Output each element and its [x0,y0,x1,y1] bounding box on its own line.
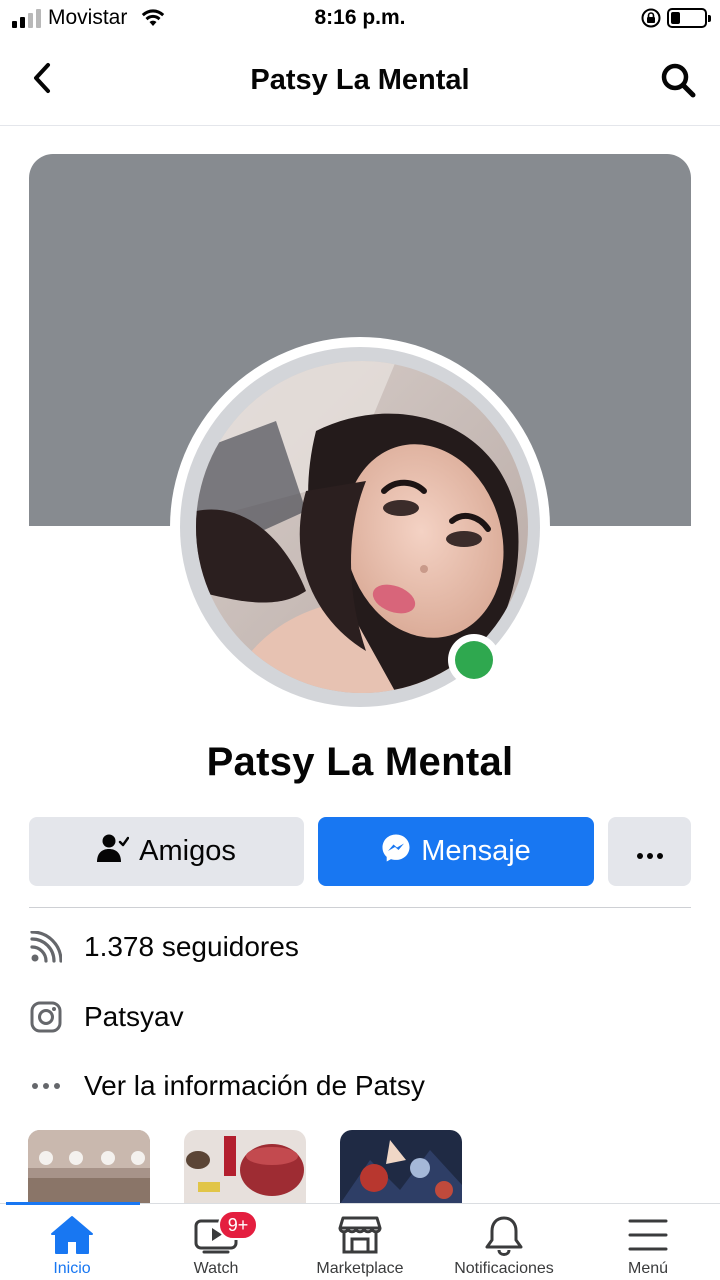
instagram-row[interactable]: Patsyav [29,995,691,1039]
profile-name: Patsy La Mental [206,740,514,784]
rss-feed-icon [29,930,63,964]
bottom-tab-bar: Inicio 9+ Watch Marketplace Notificacion… [0,1202,720,1280]
more-horizontal-icon [29,1069,63,1103]
top-navigation-bar: Patsy La Mental [0,40,720,126]
search-icon [660,62,696,103]
tab-menu[interactable]: Menú [576,1204,720,1280]
friends-button[interactable]: Amigos [29,817,304,886]
bell-icon [484,1214,524,1256]
message-button-label: Mensaje [421,835,531,867]
tab-label: Inicio [53,1260,91,1277]
photo-thumbnail[interactable] [184,1130,306,1204]
status-bar: Movistar 8:16 p.m. [0,0,720,40]
followers-count: 1.378 seguidores [84,931,299,962]
section-divider [29,907,691,908]
battery-icon [667,8,711,28]
tab-watch[interactable]: 9+ Watch [144,1204,288,1280]
tab-label: Notificaciones [454,1260,554,1277]
followers-row: 1.378 seguidores [29,925,691,969]
watch-icon: 9+ [194,1210,258,1256]
about-link[interactable]: Ver la información de Patsy [84,1070,425,1102]
online-status-indicator [448,634,500,686]
tab-inicio[interactable]: Inicio [0,1204,144,1280]
more-options-button[interactable] [608,817,691,886]
tab-label: Watch [193,1260,239,1277]
photo-thumbnail[interactable] [340,1130,462,1204]
home-icon [50,1214,94,1256]
message-button[interactable]: Mensaje [318,817,594,886]
instagram-icon [29,1000,63,1034]
photo-thumbnail[interactable] [28,1130,150,1204]
more-horizontal-icon [636,835,664,868]
rotation-lock-icon [640,7,662,34]
tab-label: Marketplace [316,1260,404,1277]
tab-notificaciones[interactable]: Notificaciones [432,1204,576,1280]
search-button[interactable] [656,60,700,104]
page-title: Patsy La Mental [250,64,470,96]
tab-marketplace[interactable]: Marketplace [288,1204,432,1280]
tab-label: Menú [627,1260,669,1277]
about-row[interactable]: Ver la información de Patsy [29,1064,691,1108]
friend-check-icon [97,833,130,871]
messenger-icon [381,833,411,871]
instagram-username[interactable]: Patsyav [84,1001,184,1033]
menu-icon [628,1214,668,1256]
friends-button-label: Amigos [139,835,236,867]
store-icon [338,1214,382,1256]
notification-badge: 9+ [218,1210,258,1240]
status-time: 8:16 p.m. [314,6,406,29]
